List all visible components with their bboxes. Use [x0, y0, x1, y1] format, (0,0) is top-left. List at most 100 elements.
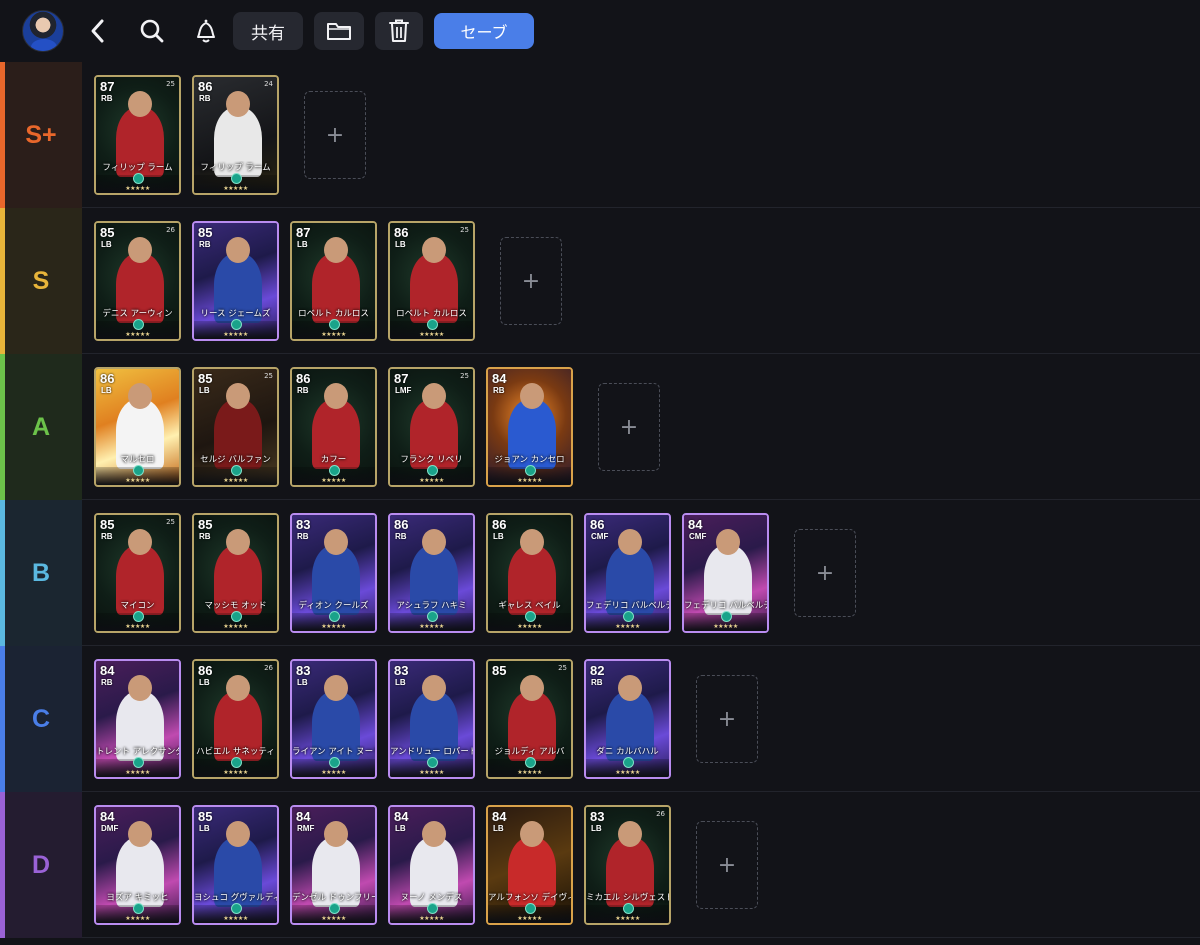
card-position: RB: [101, 94, 113, 103]
share-button[interactable]: 共有: [233, 12, 303, 50]
add-card-slot[interactable]: +: [500, 237, 562, 325]
card-rating: 85: [492, 663, 507, 678]
back-button[interactable]: [84, 12, 112, 50]
bell-icon: [197, 19, 215, 43]
efootball-emblem-icon: [525, 903, 536, 914]
tier-label[interactable]: B: [0, 500, 82, 646]
player-card[interactable]: 85LB ヨシュコ グヴァルディオル ★★★★★: [192, 805, 279, 925]
player-card[interactable]: 83LB 26 ミカエル シルヴェストル ★★★★★: [584, 805, 671, 925]
rarity-stars-icon: ★★★★★: [125, 769, 150, 776]
efootball-emblem-icon: [427, 465, 438, 476]
card-position: LB: [395, 240, 406, 249]
card-player-name: セルジ バルファン: [200, 455, 271, 465]
card-rating: 82: [590, 663, 605, 678]
player-card[interactable]: 82 RB ダニ カルバハル ★★★★★: [584, 659, 671, 779]
tier-label[interactable]: A: [0, 354, 82, 500]
player-card[interactable]: 83LB アンドリュー ロバートソン ★★★★★: [388, 659, 475, 779]
player-card[interactable]: 86 LB マルセロ ★★★★★: [94, 367, 181, 487]
tier-label[interactable]: D: [0, 792, 82, 938]
add-card-slot[interactable]: +: [598, 383, 660, 471]
player-card[interactable]: 85 RB 25 マイコン ★★★★★: [94, 513, 181, 633]
tier-label[interactable]: S+: [0, 62, 82, 208]
player-card[interactable]: 85 RB マッシモ オッド ★★★★★: [192, 513, 279, 633]
card-rating: 83: [296, 663, 311, 678]
card-rating: 86: [590, 517, 605, 532]
rarity-stars-icon: ★★★★★: [223, 185, 248, 192]
player-card[interactable]: 86 LB 25 ロベルト カルロス ★★★★★: [388, 221, 475, 341]
tier-row: S 85 LB 26 デニス アーウィン ★★★★★ 85 RB リース ジェームズ ★★★★★ 8…: [0, 208, 1200, 354]
player-card[interactable]: 84 LB ヌーノ メンデス ★★★★★: [388, 805, 475, 925]
player-card[interactable]: 87 LB ロベルト カルロス ★★★★★: [290, 221, 377, 341]
rarity-stars-icon: ★★★★★: [223, 915, 248, 922]
player-card[interactable]: 87 LMF 25 フランク リベリ ★★★★★: [388, 367, 475, 487]
add-card-slot[interactable]: +: [696, 821, 758, 909]
rarity-stars-icon: ★★★★★: [223, 623, 248, 630]
card-position: RB: [297, 386, 309, 395]
player-card[interactable]: 86 RB 24 フィリップ ラーム ★★★★★: [192, 75, 279, 195]
player-head: [422, 237, 446, 263]
card-position: RB: [199, 240, 211, 249]
efootball-emblem-icon: [133, 465, 144, 476]
player-card[interactable]: 85 RB リース ジェームズ ★★★★★: [192, 221, 279, 341]
card-player-name: アンドリュー ロバートソン: [390, 747, 473, 757]
efootball-emblem-icon: [427, 611, 438, 622]
player-card[interactable]: 86 LB 26 ハビエル サネッティ ★★★★★: [192, 659, 279, 779]
player-head: [128, 529, 152, 555]
card-player-name: ミカエル シルヴェストル: [586, 893, 669, 903]
player-card[interactable]: 83 RB ディオン クールズ ★★★★★: [290, 513, 377, 633]
tier-cards: 84DMFヨズア キミッヒ★★★★★85LBヨシュコ グヴァルディオル★★★★★…: [94, 805, 758, 927]
avatar[interactable]: [22, 10, 64, 52]
card-version: 25: [460, 372, 469, 380]
efootball-emblem-icon: [329, 611, 340, 622]
player-card[interactable]: 85 LB 26 デニス アーウィン ★★★★★: [94, 221, 181, 341]
player-card[interactable]: 86 LB ギャレス ベイル ★★★★★: [486, 513, 573, 633]
player-card[interactable]: 85 25 ジョルディ アルバ ★★★★★: [486, 659, 573, 779]
efootball-emblem-icon: [427, 757, 438, 768]
card-player-name: ライアン アイト ヌーリ: [292, 747, 375, 757]
efootball-emblem-icon: [231, 319, 242, 330]
card-rating: 86: [492, 517, 507, 532]
card-position: LMF: [395, 386, 412, 395]
tier-label[interactable]: C: [0, 646, 82, 792]
card-position: LB: [101, 240, 112, 249]
tier-label[interactable]: S: [0, 208, 82, 354]
player-head: [324, 237, 348, 263]
player-card[interactable]: 84RB トレント アレクサンダー ★★★★★: [94, 659, 181, 779]
tier-cards: 85 RB 25 マイコン ★★★★★ 85 RB マッシモ オッド ★★★★★ 83 RB ディオン…: [94, 513, 856, 635]
card-version: 25: [166, 80, 175, 88]
player-head: [520, 675, 544, 701]
efootball-emblem-icon: [427, 903, 438, 914]
card-position: LB: [591, 824, 602, 833]
player-card[interactable]: 84 CMF フェデリコ バルベルデ ★★★★★: [682, 513, 769, 633]
card-player-name: マイコン: [120, 601, 155, 611]
player-card[interactable]: 86 RB アシュラフ ハキミ ★★★★★: [388, 513, 475, 633]
efootball-emblem-icon: [525, 757, 536, 768]
player-card[interactable]: 84RMF デンゼル ドゥンフリース ★★★★★: [290, 805, 377, 925]
add-card-slot[interactable]: +: [696, 675, 758, 763]
search-button[interactable]: [136, 12, 168, 50]
player-card[interactable]: 84 DMF ヨズア キミッヒ ★★★★★: [94, 805, 181, 925]
efootball-emblem-icon: [133, 903, 144, 914]
player-card[interactable]: 84 RB ジョアン カンセロ ★★★★★: [486, 367, 573, 487]
add-card-slot[interactable]: +: [304, 91, 366, 179]
player-card[interactable]: 85 LB 25 セルジ バルファン ★★★★★: [192, 367, 279, 487]
delete-button[interactable]: [375, 12, 423, 50]
folder-button[interactable]: [314, 12, 364, 50]
player-head: [422, 529, 446, 555]
player-card[interactable]: 86 CMF フェデリコ バルベルデ ★★★★★: [584, 513, 671, 633]
player-card[interactable]: 84LB アルフォンソ デイヴィス ★★★★★: [486, 805, 573, 925]
rarity-stars-icon: ★★★★★: [125, 185, 150, 192]
save-button[interactable]: セーブ: [434, 13, 534, 49]
player-head: [128, 237, 152, 263]
rarity-stars-icon: ★★★★★: [321, 915, 346, 922]
tier-list: S+ 87 RB 25 フィリップ ラーム ★★★★★ 86 RB 24 フィリップ ラーム ★★★…: [0, 62, 1200, 938]
card-player-name: ジョルディ アルバ: [494, 747, 565, 757]
notification-button[interactable]: [190, 12, 222, 50]
folder-icon: [327, 23, 351, 40]
player-card[interactable]: 83 LB ライアン アイト ヌーリ ★★★★★: [290, 659, 377, 779]
add-card-slot[interactable]: +: [794, 529, 856, 617]
rarity-stars-icon: ★★★★★: [321, 623, 346, 630]
player-card[interactable]: 86 RB カフー ★★★★★: [290, 367, 377, 487]
card-position: RB: [101, 678, 113, 687]
player-card[interactable]: 87 RB 25 フィリップ ラーム ★★★★★: [94, 75, 181, 195]
